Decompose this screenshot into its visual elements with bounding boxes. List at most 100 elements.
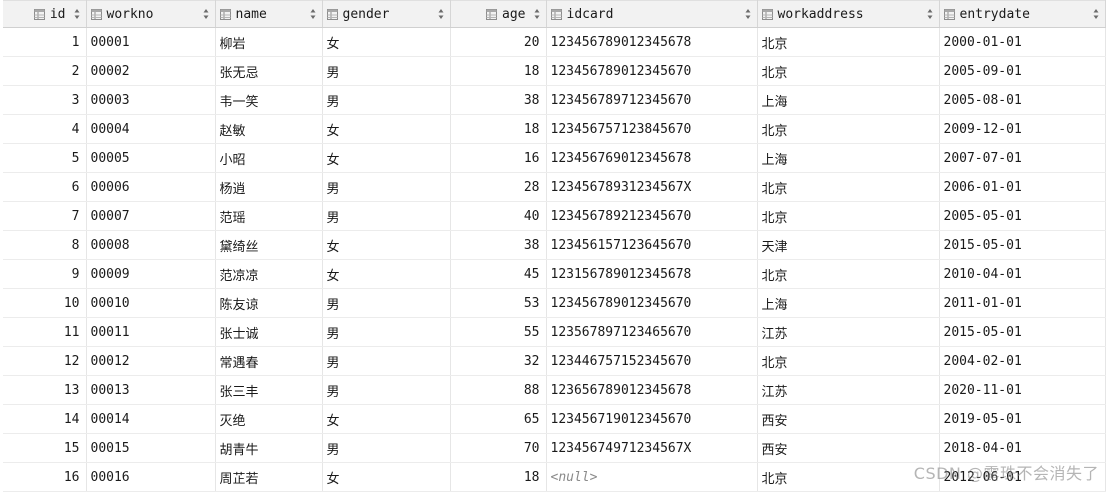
cell-idcard[interactable]: 123456769012345678 [546, 143, 758, 173]
cell-entrydate[interactable]: 2006-01-01 [939, 172, 1106, 202]
cell-idcard[interactable]: 123456789012345670 [546, 288, 758, 318]
sort-arrows-icon[interactable] [74, 8, 80, 20]
cell-idcard[interactable]: 123456789712345670 [546, 85, 758, 115]
cell-name[interactable]: 韦一笑 [215, 85, 323, 115]
table-row[interactable]: 16 00016 周芷若女 18 <null> 北京 2012-06-01 [3, 462, 1106, 492]
cell-name[interactable]: 常遇春 [215, 346, 323, 376]
cell-workaddress[interactable]: 北京 [757, 346, 940, 376]
table-row[interactable]: 2 00002 张无忌男 18 123456789012345670 北京 2005-09-… [3, 56, 1106, 86]
table-row[interactable]: 8 00008 黛绮丝女 38 123456157123645670 天津 2015-05-… [3, 230, 1106, 260]
cell-entrydate[interactable]: 2000-01-01 [939, 27, 1106, 57]
cell-age[interactable]: 18 [450, 462, 547, 492]
column-header-workaddress[interactable]: workaddress [757, 0, 940, 28]
cell-workno[interactable]: 00007 [86, 201, 216, 231]
cell-age[interactable]: 32 [450, 346, 547, 376]
sort-arrows-icon[interactable] [1093, 8, 1099, 20]
column-header-gender[interactable]: gender [322, 0, 451, 28]
cell-idcard[interactable]: 123456789212345670 [546, 201, 758, 231]
sort-arrows-icon[interactable] [310, 8, 316, 20]
cell-workaddress[interactable]: 江苏 [757, 375, 940, 405]
cell-gender[interactable]: 女 [322, 114, 451, 144]
table-row[interactable]: 7 00007 范瑶男 40 123456789212345670 北京 2005-05-0… [3, 201, 1106, 231]
cell-age[interactable]: 53 [450, 288, 547, 318]
cell-gender[interactable]: 女 [322, 230, 451, 260]
cell-entrydate[interactable]: 2019-05-01 [939, 404, 1106, 434]
column-header-entrydate[interactable]: entrydate [939, 0, 1106, 28]
cell-idcard[interactable]: 123456789012345678 [546, 27, 758, 57]
cell-idcard[interactable]: 123456157123645670 [546, 230, 758, 260]
cell-name[interactable]: 灭绝 [215, 404, 323, 434]
cell-age[interactable]: 45 [450, 259, 547, 289]
cell-idcard[interactable]: 123656789012345678 [546, 375, 758, 405]
cell-name[interactable]: 范凉凉 [215, 259, 323, 289]
cell-gender[interactable]: 男 [322, 317, 451, 347]
cell-entrydate[interactable]: 2009-12-01 [939, 114, 1106, 144]
table-row[interactable]: 10 00010 陈友谅男 53 123456789012345670 上海 2011-01… [3, 288, 1106, 318]
cell-entrydate[interactable]: 2015-05-01 [939, 317, 1106, 347]
cell-entrydate[interactable]: 2005-05-01 [939, 201, 1106, 231]
cell-idcard[interactable]: 123446757152345670 [546, 346, 758, 376]
cell-gender[interactable]: 男 [322, 201, 451, 231]
sort-arrows-icon[interactable] [745, 8, 751, 20]
cell-entrydate[interactable]: 2005-09-01 [939, 56, 1106, 86]
cell-id[interactable]: 5 [3, 143, 87, 173]
table-row[interactable]: 13 00013 张三丰男 88 123656789012345678 江苏 2020-11… [3, 375, 1106, 405]
cell-gender[interactable]: 男 [322, 433, 451, 463]
column-header-workno[interactable]: workno [86, 0, 216, 28]
cell-workaddress[interactable]: 西安 [757, 404, 940, 434]
cell-entrydate[interactable]: 2020-11-01 [939, 375, 1106, 405]
cell-age[interactable]: 18 [450, 114, 547, 144]
table-row[interactable]: 15 00015 胡青牛男 70 12345674971234567X 西安 2018-04… [3, 433, 1106, 463]
cell-id[interactable]: 2 [3, 56, 87, 86]
cell-workaddress[interactable]: 西安 [757, 433, 940, 463]
cell-workaddress[interactable]: 上海 [757, 143, 940, 173]
cell-gender[interactable]: 女 [322, 404, 451, 434]
cell-age[interactable]: 20 [450, 27, 547, 57]
cell-age[interactable]: 70 [450, 433, 547, 463]
cell-workaddress[interactable]: 上海 [757, 288, 940, 318]
table-row[interactable]: 14 00014 灭绝女 65 123456719012345670 西安 2019-05-… [3, 404, 1106, 434]
cell-age[interactable]: 88 [450, 375, 547, 405]
cell-workaddress[interactable]: 江苏 [757, 317, 940, 347]
cell-entrydate[interactable]: 2015-05-01 [939, 230, 1106, 260]
cell-workaddress[interactable]: 北京 [757, 462, 940, 492]
cell-workno[interactable]: 00014 [86, 404, 216, 434]
cell-workno[interactable]: 00016 [86, 462, 216, 492]
cell-id[interactable]: 13 [3, 375, 87, 405]
cell-workno[interactable]: 00004 [86, 114, 216, 144]
cell-id[interactable]: 12 [3, 346, 87, 376]
cell-name[interactable]: 柳岩 [215, 27, 323, 57]
cell-age[interactable]: 38 [450, 230, 547, 260]
column-header-age[interactable]: age [450, 0, 547, 28]
cell-id[interactable]: 11 [3, 317, 87, 347]
cell-gender[interactable]: 女 [322, 462, 451, 492]
cell-name[interactable]: 张三丰 [215, 375, 323, 405]
cell-workaddress[interactable]: 北京 [757, 56, 940, 86]
cell-id[interactable]: 6 [3, 172, 87, 202]
table-row[interactable]: 4 00004 赵敏女 18 123456757123845670 北京 2009-12-0… [3, 114, 1106, 144]
table-row[interactable]: 1 00001 柳岩女 20 123456789012345678 北京 2000-01-0… [3, 27, 1106, 57]
cell-id[interactable]: 9 [3, 259, 87, 289]
cell-idcard[interactable]: 123567897123465670 [546, 317, 758, 347]
cell-workno[interactable]: 00002 [86, 56, 216, 86]
cell-entrydate[interactable]: 2005-08-01 [939, 85, 1106, 115]
cell-id[interactable]: 7 [3, 201, 87, 231]
cell-id[interactable]: 1 [3, 27, 87, 57]
cell-workno[interactable]: 00015 [86, 433, 216, 463]
cell-entrydate[interactable]: 2011-01-01 [939, 288, 1106, 318]
cell-name[interactable]: 胡青牛 [215, 433, 323, 463]
cell-gender[interactable]: 男 [322, 172, 451, 202]
cell-workno[interactable]: 00001 [86, 27, 216, 57]
cell-age[interactable]: 55 [450, 317, 547, 347]
cell-gender[interactable]: 男 [322, 85, 451, 115]
cell-name[interactable]: 杨逍 [215, 172, 323, 202]
cell-id[interactable]: 3 [3, 85, 87, 115]
cell-workno[interactable]: 00008 [86, 230, 216, 260]
cell-gender[interactable]: 女 [322, 259, 451, 289]
cell-age[interactable]: 40 [450, 201, 547, 231]
sort-arrows-icon[interactable] [534, 8, 540, 20]
cell-workaddress[interactable]: 北京 [757, 114, 940, 144]
table-row[interactable]: 5 00005 小昭女 16 123456769012345678 上海 2007-07-0… [3, 143, 1106, 173]
cell-idcard[interactable]: 123456719012345670 [546, 404, 758, 434]
cell-workno[interactable]: 00012 [86, 346, 216, 376]
